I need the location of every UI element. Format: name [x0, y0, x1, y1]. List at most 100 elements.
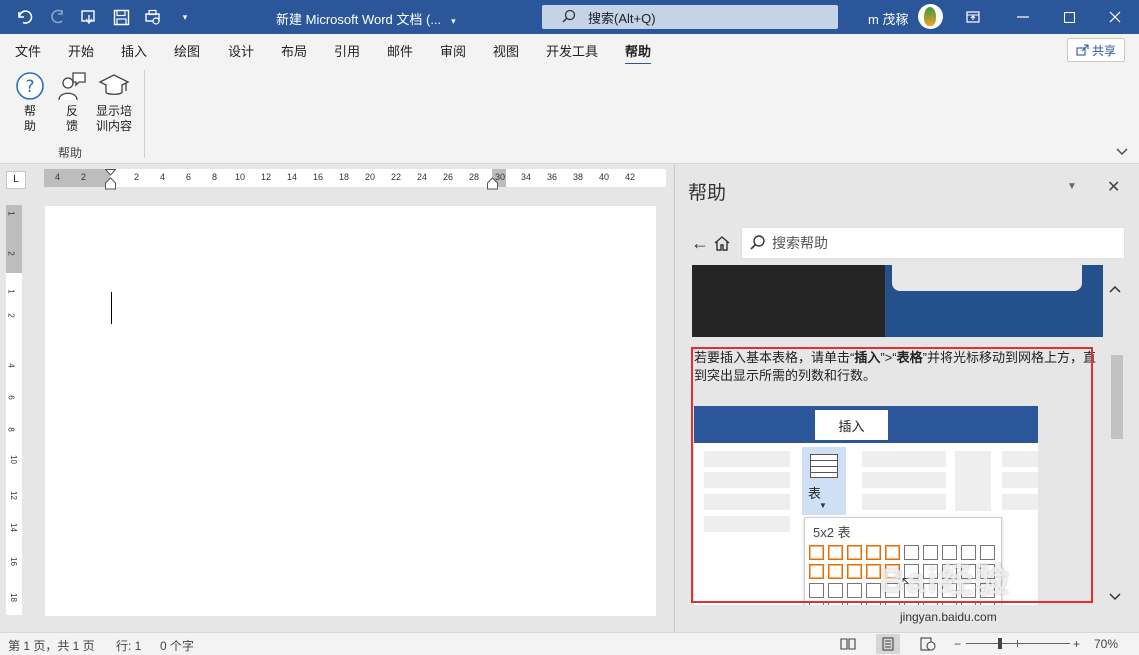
- ruler-label: 12: [261, 172, 272, 182]
- horizontal-ruler[interactable]: 4 2 2 4 6 8 10 12 14 16 18 20 22 24 26 2…: [44, 169, 666, 190]
- customize-qat-icon[interactable]: ▾: [174, 6, 196, 28]
- tab-references[interactable]: 引用: [334, 41, 360, 60]
- ruler-label: 14: [8, 523, 18, 532]
- print-preview-icon[interactable]: [142, 6, 164, 28]
- ruler-label: 4: [160, 172, 166, 182]
- ruler-label: 8: [212, 172, 218, 182]
- ruler-label: 34: [521, 172, 532, 182]
- ribbon-tabs: 文件 开始 插入 绘图 设计 布局 引用 邮件 审阅 视图 开发工具 帮助: [0, 34, 1139, 66]
- ruler-label: 22: [391, 172, 402, 182]
- ribbon-group-label: 帮助: [58, 146, 83, 160]
- scrollbar-thumb[interactable]: [1111, 355, 1123, 439]
- tab-view[interactable]: 视图: [493, 41, 519, 60]
- ruler-label: 16: [313, 172, 324, 182]
- ruler-label: 36: [547, 172, 558, 182]
- search-icon: [562, 9, 576, 26]
- avatar[interactable]: [918, 4, 943, 29]
- ruler-label: 42: [625, 172, 636, 182]
- right-indent-marker[interactable]: [487, 177, 498, 191]
- zoom-slider-thumb[interactable]: [998, 638, 1002, 649]
- close-button[interactable]: [1092, 0, 1138, 34]
- zoom-level[interactable]: 70%: [1094, 637, 1118, 651]
- print-layout-button[interactable]: [876, 634, 900, 654]
- help-search-input[interactable]: 搜索帮助: [741, 227, 1125, 259]
- show-training-button[interactable]: 显示培 训内容: [94, 70, 134, 134]
- help-icon: ?: [16, 72, 44, 100]
- tab-file[interactable]: 文件: [15, 41, 41, 60]
- training-icon: [98, 74, 130, 95]
- ruler-label: 2: [6, 313, 16, 318]
- tab-design[interactable]: 设计: [228, 41, 254, 60]
- vertical-ruler[interactable]: 1 2 1 2 4 6 8 10 12 14 16 18: [6, 205, 22, 615]
- scroll-down-icon[interactable]: [1109, 589, 1121, 604]
- document-area: L 4 2 2 4 6 8 10 12 14 16 18 20 22 24 26…: [0, 165, 674, 632]
- ruler-label: 2: [134, 172, 140, 182]
- ruler-label: 1: [6, 211, 16, 216]
- close-pane-icon[interactable]: ✕: [1107, 177, 1120, 197]
- ruler-label: 10: [8, 455, 18, 464]
- feedback-button-label-2: 馈: [65, 119, 78, 133]
- user-name[interactable]: m 茂稼: [868, 9, 908, 28]
- share-button[interactable]: 共享: [1067, 38, 1125, 62]
- ruler-label: 18: [8, 593, 18, 602]
- page-count[interactable]: 第 1 页，共 1 页: [8, 637, 95, 654]
- read-mode-icon: [840, 638, 856, 650]
- help-button-label-2: 助: [23, 119, 36, 133]
- ruler-label: 6: [186, 172, 192, 182]
- ruler-label: 14: [287, 172, 298, 182]
- maximize-button[interactable]: [1046, 0, 1092, 34]
- chevron-down-icon[interactable]: ▾: [451, 16, 456, 26]
- web-layout-button[interactable]: [916, 634, 940, 654]
- ruler-label: 38: [573, 172, 584, 182]
- web-layout-icon: [920, 637, 936, 651]
- tab-developer[interactable]: 开发工具: [546, 41, 598, 60]
- touch-mode-icon[interactable]: [78, 6, 100, 28]
- search-box[interactable]: 搜索(Alt+Q): [542, 5, 838, 29]
- minimize-button[interactable]: [1000, 0, 1046, 34]
- help-pane: 帮助 ▼ ✕ ← 搜索帮助 若要插入基本表格，请单击“插入”>“表格”并将光标移…: [674, 165, 1139, 632]
- read-mode-button[interactable]: [836, 634, 860, 654]
- tab-home[interactable]: 开始: [68, 41, 94, 60]
- ribbon: ? 帮 助 反 馈 显示培 训内容 帮助: [0, 64, 1139, 164]
- ruler-label: 4: [55, 172, 61, 182]
- watermark: Bai经验: [880, 562, 1011, 600]
- undo-icon[interactable]: [14, 6, 36, 28]
- redo-icon[interactable]: [46, 6, 68, 28]
- search-icon: [750, 234, 766, 253]
- share-icon: [1076, 44, 1089, 56]
- text-cursor: [111, 292, 112, 324]
- tab-help[interactable]: 帮助: [625, 41, 652, 66]
- first-line-indent-marker[interactable]: [105, 169, 116, 191]
- help-search-placeholder: 搜索帮助: [772, 235, 828, 251]
- scroll-up-icon[interactable]: [1109, 281, 1121, 296]
- help-button[interactable]: ? 帮 助: [10, 70, 50, 134]
- zoom-out-icon[interactable]: −: [954, 637, 961, 651]
- training-button-label-2: 训内容: [95, 119, 132, 133]
- ruler-label: 2: [6, 251, 16, 256]
- ribbon-display-options-button[interactable]: [950, 0, 996, 34]
- collapse-ribbon-icon[interactable]: [1116, 148, 1128, 159]
- feedback-icon: [58, 72, 86, 101]
- document-title-text: 新建 Microsoft Word 文档 (...: [276, 12, 442, 27]
- ruler-label: 10: [235, 172, 246, 182]
- tab-layout[interactable]: 布局: [281, 41, 307, 60]
- zoom-slider[interactable]: [966, 643, 1070, 644]
- tab-draw[interactable]: 绘图: [174, 41, 200, 60]
- save-icon[interactable]: [110, 6, 132, 28]
- pane-options-icon[interactable]: ▼: [1067, 181, 1077, 192]
- zoom-in-icon[interactable]: +: [1073, 637, 1080, 651]
- home-icon[interactable]: [713, 235, 731, 254]
- tab-insert[interactable]: 插入: [121, 41, 147, 60]
- tab-review[interactable]: 审阅: [440, 41, 466, 60]
- back-arrow-icon[interactable]: ←: [691, 233, 709, 254]
- tab-selector[interactable]: L: [6, 171, 26, 189]
- document-page[interactable]: [45, 206, 656, 616]
- ruler-label: 16: [8, 557, 18, 566]
- help-article-image: [692, 265, 1103, 337]
- word-count[interactable]: 0 个字: [160, 637, 194, 654]
- feedback-button[interactable]: 反 馈: [52, 70, 92, 134]
- share-label: 共享: [1091, 43, 1116, 58]
- ruler-label: 26: [443, 172, 454, 182]
- ruler-label: 12: [8, 491, 18, 500]
- tab-mailings[interactable]: 邮件: [387, 41, 413, 60]
